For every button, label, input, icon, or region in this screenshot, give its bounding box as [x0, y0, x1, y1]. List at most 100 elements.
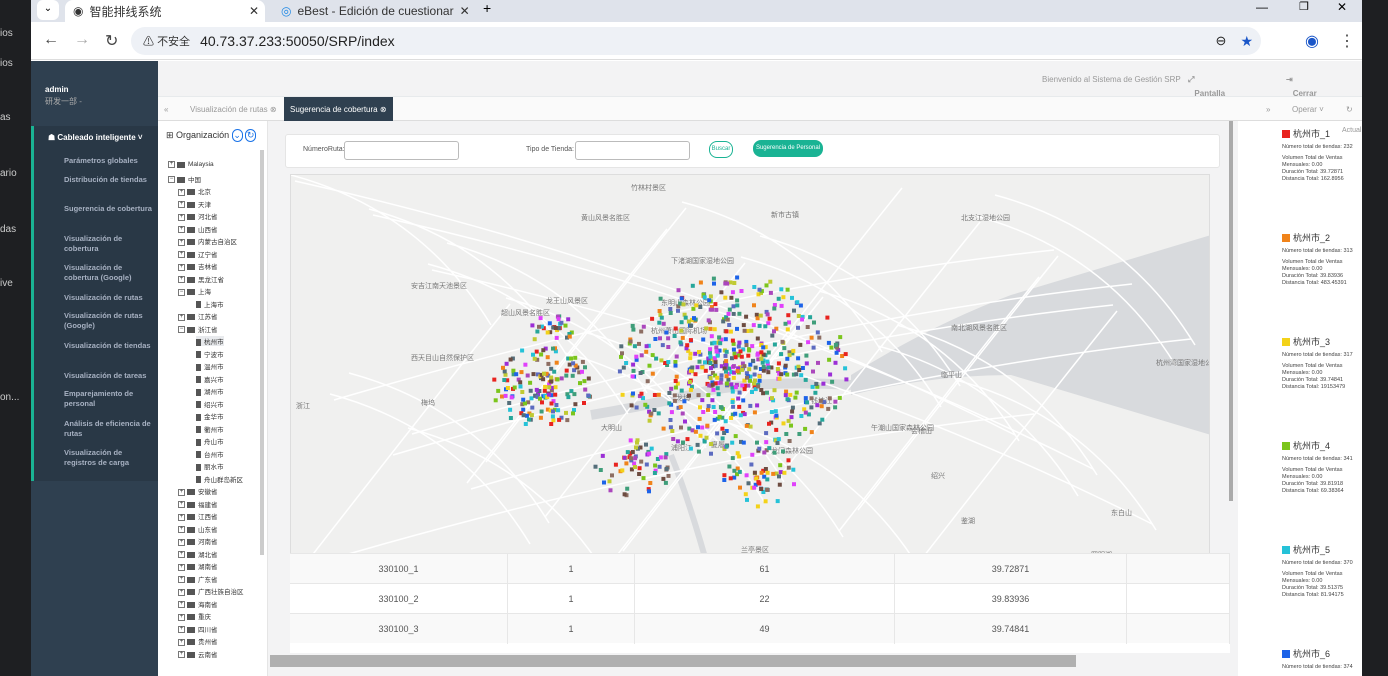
legend-item[interactable]: 杭州市_2 Número total de tiendas: 313 Volumen… [1282, 231, 1362, 287]
tree-node[interactable]: + 河北省 [178, 211, 218, 221]
tabs-right-icon[interactable]: » [1260, 97, 1276, 121]
tree-scrollbar[interactable] [260, 150, 264, 555]
tab-list-button[interactable]: ⌄ [37, 0, 59, 20]
profile-icon[interactable]: ◉ [1305, 31, 1319, 51]
tabs-left-icon[interactable]: « [158, 97, 180, 121]
expand-toggle-icon[interactable]: + [178, 563, 185, 571]
tree-node[interactable]: − 中国 [168, 174, 201, 184]
tree-node[interactable]: 舟山群岛新区 [196, 474, 243, 484]
user-dept[interactable]: 研发一部 - [45, 96, 82, 107]
restore-button[interactable]: ❐ [1299, 0, 1309, 13]
tree-node[interactable]: + 云南省 [178, 649, 218, 659]
buscar-button[interactable]: Buscar [709, 141, 733, 158]
expand-toggle-icon[interactable]: + [178, 213, 185, 221]
tree-node[interactable]: + 山西省 [178, 224, 218, 234]
tree-node[interactable]: + 辽宁省 [178, 249, 218, 259]
tree-node[interactable]: 金华市 [196, 411, 224, 421]
menu-item[interactable]: Visualización de rutas [64, 293, 154, 303]
tree-node[interactable]: 台州市 [196, 449, 224, 459]
expand-toggle-icon[interactable]: + [178, 513, 185, 521]
operar-dropdown[interactable]: Operar ˅ [1286, 97, 1330, 121]
legend-item[interactable]: 杭州市_1 Número total de tiendas: 232 Volumen… [1282, 127, 1362, 183]
legend-item[interactable]: 杭州市_3 Número total de tiendas: 317 Volumen… [1282, 335, 1362, 391]
zoom-icon[interactable]: ⊖ [1216, 33, 1227, 49]
minimize-button[interactable]: — [1256, 0, 1268, 14]
expand-toggle-icon[interactable]: + [178, 651, 185, 659]
tree-node[interactable]: + Malaysia [168, 161, 214, 168]
horizontal-scrollbar[interactable] [270, 655, 1076, 667]
menu-item[interactable]: Distribución de tiendas [64, 175, 154, 185]
expand-toggle-icon[interactable]: + [178, 238, 185, 246]
expand-toggle-icon[interactable]: + [178, 501, 185, 509]
menu-item[interactable]: Análisis de eficiencia de rutas [64, 419, 154, 439]
legend-item[interactable]: 杭州市_4 Número total de tiendas: 341 Volumen… [1282, 439, 1362, 495]
tienda-input[interactable] [575, 141, 690, 160]
expand-toggle-icon[interactable]: − [168, 176, 175, 184]
tree-node[interactable]: 温州市 [196, 361, 224, 371]
expand-toggle-icon[interactable]: + [178, 551, 185, 559]
browser-tab[interactable]: ◎ eBest - Edición de cuestionar ✕ [275, 0, 475, 22]
map-canvas[interactable]: 竹林村景区黄山风景名胜区新市古镇北支江湿地公园下渚湖国家湿地公园东明山森林公园安… [291, 175, 1210, 578]
expand-toggle-icon[interactable]: + [178, 313, 185, 321]
logout-button[interactable]: ⇥ Cerrar sesión [1286, 75, 1318, 107]
page-tab-active[interactable]: Sugerencia de cobertura ⊗ [284, 97, 393, 121]
sugerencia-personal-button[interactable]: Sugerencia de Personal [753, 140, 823, 157]
tree-node[interactable]: + 海南省 [178, 599, 218, 609]
forward-icon[interactable]: → [74, 31, 90, 49]
tree-node[interactable]: 杭州市 [196, 336, 224, 346]
expand-toggle-icon[interactable]: − [178, 288, 185, 296]
expand-toggle-icon[interactable]: + [178, 188, 185, 196]
legend-item[interactable]: 杭州市_5 Número total de tiendas: 370 Volumen… [1282, 543, 1362, 599]
tree-node[interactable]: 舟山市 [196, 436, 224, 446]
security-warning[interactable]: ⚠ 不安全 [143, 33, 190, 49]
legend-item[interactable]: 杭州市_6 Número total de tiendas: 374 [1282, 647, 1362, 671]
expand-button[interactable]: ⌄ [231, 129, 243, 142]
tree-node[interactable]: + 福建省 [178, 499, 218, 509]
expand-toggle-icon[interactable]: + [178, 251, 185, 259]
menu-item[interactable]: Visualización de tiendas [64, 341, 154, 351]
expand-toggle-icon[interactable]: + [178, 488, 185, 496]
expand-toggle-icon[interactable]: + [178, 626, 185, 634]
tree-node[interactable]: − 上海 [178, 286, 211, 296]
expand-toggle-icon[interactable]: + [178, 226, 185, 234]
expand-toggle-icon[interactable]: + [178, 263, 185, 271]
tree-node[interactable]: + 安徽省 [178, 486, 218, 496]
expand-toggle-icon[interactable]: + [178, 638, 185, 646]
tree-node[interactable]: 宁波市 [196, 349, 224, 359]
tree-node[interactable]: + 广东省 [178, 574, 218, 584]
expand-toggle-icon[interactable]: + [178, 201, 185, 209]
new-tab-button[interactable]: + [483, 0, 491, 16]
url-text[interactable]: 40.73.37.233:50050/SRP/index [200, 33, 395, 49]
menu-item[interactable]: Emparejamiento de personal [64, 389, 154, 409]
fullscreen-button[interactable]: ⤢ Pantalla completa [1188, 75, 1230, 107]
menu-item[interactable]: Visualización de rutas (Google) [64, 311, 154, 331]
page-tab[interactable]: Visualización de rutas ⊗ [184, 97, 283, 121]
expand-toggle-icon[interactable]: + [178, 576, 185, 584]
tree-node[interactable]: + 吉林省 [178, 261, 218, 271]
expand-toggle-icon[interactable]: + [178, 588, 185, 596]
map-view[interactable]: 竹林村景区黄山风景名胜区新市古镇北支江湿地公园下渚湖国家湿地公园东明山森林公园安… [290, 174, 1210, 578]
refresh-icon[interactable]: ↻ [245, 129, 257, 142]
refresh-icon[interactable]: ↻ [1340, 97, 1359, 121]
tree-node[interactable]: − 浙江省 [178, 324, 218, 334]
user-profile[interactable]: admin 研发一部 - [45, 85, 82, 107]
tree-node[interactable]: 嘉兴市 [196, 374, 224, 384]
expand-toggle-icon[interactable]: + [178, 613, 185, 621]
tree-node[interactable]: 衢州市 [196, 424, 224, 434]
close-window-button[interactable]: ✕ [1337, 0, 1347, 14]
bookmark-star-icon[interactable]: ★ [1240, 33, 1253, 50]
back-icon[interactable]: ← [43, 31, 59, 49]
close-icon[interactable]: ✕ [249, 4, 259, 18]
tree-node[interactable]: + 重庆 [178, 611, 211, 621]
tree-node[interactable]: + 江西省 [178, 511, 218, 521]
browser-tab-active[interactable]: ◉ 智能排线系统 ✕ [65, 0, 265, 22]
table-row[interactable]: 330100_3 1 49 39.74841 [290, 613, 1230, 644]
table-row[interactable]: 330100_1 1 61 39.72871 [290, 553, 1230, 584]
ruta-input[interactable] [344, 141, 459, 160]
menu-item[interactable]: Sugerencia de cobertura [64, 204, 154, 214]
tree-node[interactable]: + 湖北省 [178, 549, 218, 559]
close-icon[interactable]: ✕ [460, 4, 470, 18]
url-bar[interactable]: ⚠ 不安全 40.73.37.233:50050/SRP/index ⊖ ★ [131, 27, 1261, 55]
tree-node[interactable]: 湖州市 [196, 386, 224, 396]
expand-toggle-icon[interactable]: + [178, 538, 185, 546]
